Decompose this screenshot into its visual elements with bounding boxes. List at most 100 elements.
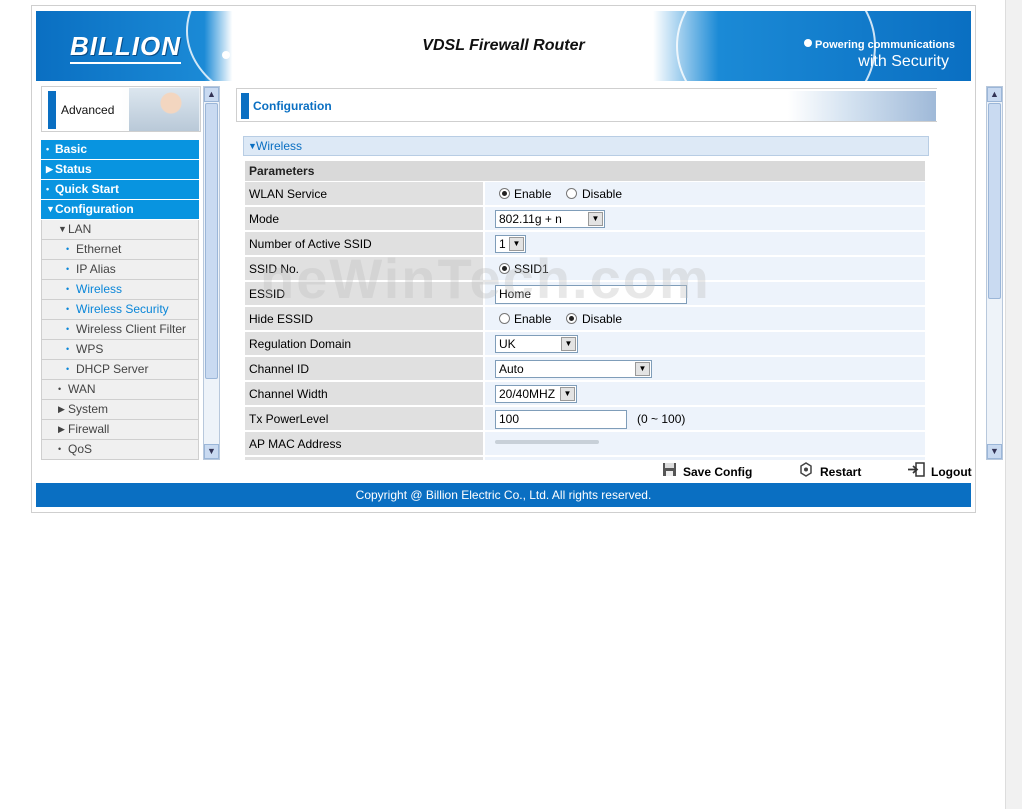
tx-power-hint: (0 ~ 100): [637, 412, 686, 426]
wireless-section-header[interactable]: ▼ Wireless: [243, 136, 929, 156]
bullet-icon: •: [46, 184, 50, 194]
nav-item-label: Status: [55, 162, 92, 176]
restart-icon: [798, 462, 814, 483]
nav-menu: • Basic ▶ Status • Quick Start ▼ Configuration ▼…: [41, 140, 199, 460]
scroll-down-icon[interactable]: ▼: [987, 444, 1002, 459]
nav-item-ethernet[interactable]: • Ethernet: [41, 240, 199, 260]
row-label: WLAN Service: [245, 182, 483, 206]
tx-power-input[interactable]: 100: [495, 410, 627, 429]
row-value: [485, 457, 925, 460]
row-label: [245, 457, 483, 460]
scroll-up-icon[interactable]: ▲: [987, 87, 1002, 102]
ssid1-radio[interactable]: [499, 263, 510, 274]
row-value: Enable Disable: [485, 182, 925, 206]
select-value: 802.11g + n: [499, 212, 562, 226]
essid-input[interactable]: Home: [495, 285, 687, 304]
row-ap-mac: AP MAC Address: [245, 432, 925, 456]
nav-item-dhcp-server[interactable]: • DHCP Server: [41, 360, 199, 380]
nav-item-quick-start[interactable]: • Quick Start: [41, 180, 199, 200]
hide-essid-disable-radio[interactable]: [566, 313, 577, 324]
nav-item-label: Firewall: [68, 422, 110, 436]
content-scrollbar[interactable]: ▲ ▼: [986, 86, 1003, 460]
row-value: 1 ▼: [485, 232, 925, 256]
select-value: Auto: [499, 362, 524, 376]
scroll-thumb[interactable]: [988, 103, 1001, 299]
scroll-thumb[interactable]: [205, 103, 218, 379]
nav-item-qos[interactable]: • QoS: [41, 440, 199, 460]
nav-item-wireless[interactable]: • Wireless: [41, 280, 199, 300]
channel-width-select[interactable]: 20/40MHZ ▼: [495, 385, 577, 403]
nav-item-status[interactable]: ▶ Status: [41, 160, 199, 180]
row-partial: [245, 457, 925, 460]
restart-label: Restart: [820, 465, 862, 479]
triangle-down-icon: ▼: [46, 204, 55, 214]
triangle-right-icon: ▶: [46, 164, 53, 174]
select-value: 1: [499, 237, 506, 251]
row-label: Channel Width: [245, 382, 483, 406]
office-photo: [788, 91, 936, 121]
save-config-button[interactable]: Save Config: [662, 462, 752, 482]
nav-item-basic[interactable]: • Basic: [41, 140, 199, 160]
nav-item-label: Basic: [55, 142, 88, 156]
section-title: Wireless: [256, 139, 303, 153]
row-wlan-service: WLAN Service Enable Disable: [245, 182, 925, 206]
dropdown-arrow-icon: ▼: [509, 237, 524, 251]
slogan-line2: with Security: [858, 53, 949, 70]
hide-essid-enable-radio[interactable]: [499, 313, 510, 324]
restart-button[interactable]: Restart: [798, 462, 861, 482]
row-value: SSID1: [485, 257, 925, 281]
save-config-label: Save Config: [683, 465, 753, 479]
row-label: AP MAC Address: [245, 432, 483, 456]
row-label: Regulation Domain: [245, 332, 483, 356]
nav-item-label: Quick Start: [55, 182, 120, 196]
bullet-icon: •: [66, 284, 70, 294]
row-value: Home: [485, 282, 925, 306]
nav-item-wps[interactable]: • WPS: [41, 340, 199, 360]
floppy-disk-icon: [662, 462, 677, 483]
page-scrollbar[interactable]: [1005, 0, 1022, 809]
scroll-up-icon[interactable]: ▲: [204, 87, 219, 102]
nav-item-label: Wireless Client Filter: [76, 322, 187, 336]
nav-item-wan[interactable]: • WAN: [41, 380, 199, 400]
active-ssid-select[interactable]: 1 ▼: [495, 235, 526, 253]
row-label: SSID No.: [245, 257, 483, 281]
dropdown-arrow-icon: ▼: [588, 212, 603, 226]
row-value: UK ▼: [485, 332, 925, 356]
mode-select[interactable]: 802.11g + n ▼: [495, 210, 605, 228]
nav-item-label: DHCP Server: [76, 362, 149, 376]
bullet-icon: •: [66, 264, 70, 274]
dropdown-arrow-icon: ▼: [560, 387, 575, 401]
nav-item-firewall[interactable]: ▶ Firewall: [41, 420, 199, 440]
wlan-enable-radio[interactable]: [499, 188, 510, 199]
nav-item-label: WAN: [68, 382, 96, 396]
bullet-icon: •: [58, 444, 62, 454]
nav-item-lan[interactable]: ▼ LAN: [41, 220, 199, 240]
advanced-photo: [129, 88, 199, 131]
bullet-icon: •: [66, 364, 70, 374]
header-accent-bar: [241, 93, 249, 119]
row-mode: Mode 802.11g + n ▼: [245, 207, 925, 231]
nav-item-wireless-security[interactable]: • Wireless Security: [41, 300, 199, 320]
advanced-header: Advanced: [41, 86, 201, 132]
row-label: Channel ID: [245, 357, 483, 381]
row-value: Enable Disable: [485, 307, 925, 331]
row-label: Mode: [245, 207, 483, 231]
wlan-disable-radio[interactable]: [566, 188, 577, 199]
main-content: Configuration ▼ Wireless Parameters WLAN…: [232, 86, 937, 460]
row-value: 20/40MHZ ▼: [485, 382, 925, 406]
logout-button[interactable]: Logout: [907, 462, 972, 482]
row-label: ESSID: [245, 282, 483, 306]
nav-item-wireless-client-filter[interactable]: • Wireless Client Filter: [41, 320, 199, 340]
nav-item-system[interactable]: ▶ System: [41, 400, 199, 420]
scroll-down-icon[interactable]: ▼: [204, 444, 219, 459]
bullet-icon: •: [58, 384, 62, 394]
radio-label: Disable: [582, 312, 623, 326]
channel-id-select[interactable]: Auto ▼: [495, 360, 652, 378]
bullet-icon: •: [66, 324, 70, 334]
row-channel-id: Channel ID Auto ▼: [245, 357, 925, 381]
nav-item-ip-alias[interactable]: • IP Alias: [41, 260, 199, 280]
dropdown-arrow-icon: ▼: [561, 337, 576, 351]
nav-item-configuration[interactable]: ▼ Configuration: [41, 200, 199, 220]
nav-scrollbar[interactable]: ▲ ▼: [203, 86, 220, 460]
regulation-select[interactable]: UK ▼: [495, 335, 578, 353]
